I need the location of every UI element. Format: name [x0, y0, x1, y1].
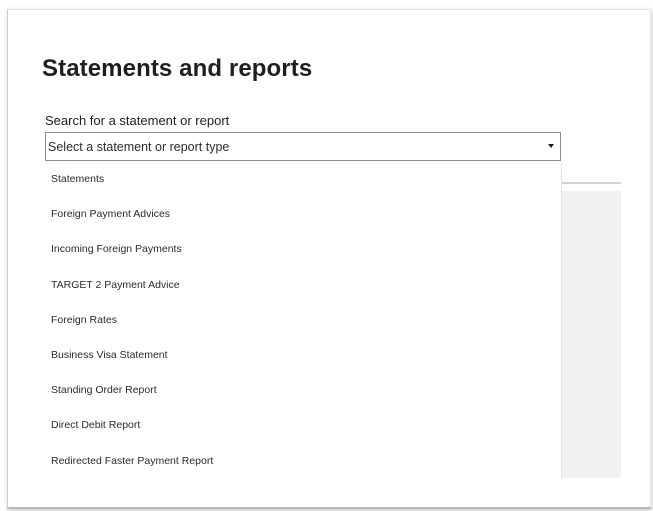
- dropdown-option-foreign-rates[interactable]: Foreign Rates: [45, 303, 561, 338]
- dropdown-option-standing-order-report[interactable]: Standing Order Report: [45, 373, 561, 408]
- dropdown-option-target2-payment-advice[interactable]: TARGET 2 Payment Advice: [45, 268, 561, 303]
- dropdown-option-business-visa-statement[interactable]: Business Visa Statement: [45, 338, 561, 373]
- window-edge: [648, 10, 651, 507]
- caret-down-icon: [548, 144, 554, 148]
- background-panel: [561, 191, 621, 478]
- search-label: Search for a statement or report: [45, 113, 230, 128]
- report-type-dropdown: Statements Foreign Payment Advices Incom…: [45, 162, 562, 478]
- select-placeholder: Select a statement or report type: [48, 140, 230, 154]
- background-divider: [561, 182, 621, 184]
- dropdown-option-foreign-payment-advices[interactable]: Foreign Payment Advices: [45, 197, 561, 232]
- dropdown-option-incoming-foreign-payments[interactable]: Incoming Foreign Payments: [45, 232, 561, 267]
- statements-page: Statements and reports Search for a stat…: [7, 9, 651, 509]
- dropdown-option-statements[interactable]: Statements: [45, 162, 561, 197]
- dropdown-option-redirected-faster-payment-report[interactable]: Redirected Faster Payment Report: [45, 444, 561, 479]
- page-title: Statements and reports: [42, 55, 313, 82]
- report-type-select[interactable]: Select a statement or report type: [45, 132, 561, 161]
- dropdown-option-direct-debit-report[interactable]: Direct Debit Report: [45, 408, 561, 443]
